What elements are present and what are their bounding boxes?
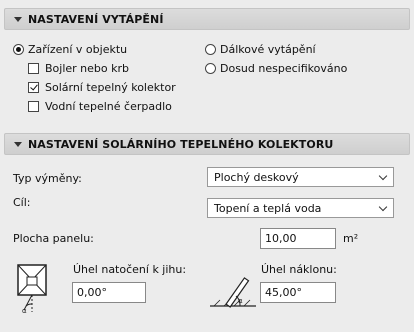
radio-in-building[interactable]: Zařízení v objektu <box>13 43 127 56</box>
radio-button[interactable] <box>13 44 24 55</box>
exchange-type-value: Plochý deskový <box>214 170 299 184</box>
checkbox-heat-pump[interactable]: Vodní tepelné čerpadlo <box>28 100 172 113</box>
radio-district-label: Dálkové vytápění <box>220 43 316 56</box>
heating-section-header[interactable]: NASTAVENÍ VYTÁPĚNÍ <box>4 8 410 30</box>
collapse-triangle-icon <box>14 16 22 22</box>
radio-button[interactable] <box>205 63 216 74</box>
chevron-down-icon <box>378 202 388 212</box>
target-value: Topení a teplá voda <box>214 201 322 215</box>
radio-unspecified[interactable]: Dosud nespecifikováno <box>205 62 347 75</box>
svg-text:α: α <box>238 297 243 305</box>
panel-area-unit: m² <box>343 232 359 245</box>
rotation-label: Úhel natočení k jihu: <box>73 263 187 276</box>
target-label: Cíl: <box>13 196 31 209</box>
solar-section-header[interactable]: NASTAVENÍ SOLÁRNÍHO TEPELNÉHO KOLEKTORU <box>4 133 410 155</box>
solar-section-title: NASTAVENÍ SOLÁRNÍHO TEPELNÉHO KOLEKTORU <box>28 137 334 151</box>
target-select[interactable]: Topení a teplá voda <box>207 198 394 218</box>
exchange-type-label: Typ výměny: <box>13 172 82 185</box>
radio-button[interactable] <box>205 44 216 55</box>
checkbox-solar-collector[interactable]: Solární tepelný kolektor <box>28 81 176 94</box>
panel-area-input[interactable]: 10,00 <box>260 228 336 249</box>
heating-section-title: NASTAVENÍ VYTÁPĚNÍ <box>28 12 164 26</box>
svg-text:α: α <box>22 307 27 314</box>
compass-orientation-icon: α <box>17 264 47 314</box>
exchange-type-select[interactable]: Plochý deskový <box>207 167 394 187</box>
checkbox-boiler-label: Bojler nebo krb <box>45 62 129 75</box>
checkbox-heat-pump-label: Vodní tepelné čerpadlo <box>45 100 172 113</box>
tilt-angle-icon: α <box>210 277 256 308</box>
panel-area-label: Plocha panelu: <box>13 232 94 245</box>
checkbox[interactable] <box>28 63 39 74</box>
chevron-down-icon <box>378 171 388 181</box>
rotation-angle-value: 0,00° <box>77 286 107 299</box>
tilt-angle-value: 45,00° <box>265 286 302 299</box>
panel-area-value: 10,00 <box>265 232 297 245</box>
collapse-triangle-icon <box>14 141 22 147</box>
tilt-angle-input[interactable]: 45,00° <box>260 282 336 303</box>
tilt-label: Úhel náklonu: <box>261 263 337 276</box>
checkbox[interactable] <box>28 101 39 112</box>
radio-district-heating[interactable]: Dálkové vytápění <box>205 43 316 56</box>
checkbox[interactable] <box>28 82 39 93</box>
checkbox-boiler[interactable]: Bojler nebo krb <box>28 62 129 75</box>
radio-in-building-label: Zařízení v objektu <box>28 43 128 56</box>
rotation-angle-input[interactable]: 0,00° <box>72 282 146 303</box>
radio-unspecified-label: Dosud nespecifikováno <box>220 62 348 75</box>
checkbox-solar-label: Solární tepelný kolektor <box>45 81 176 94</box>
